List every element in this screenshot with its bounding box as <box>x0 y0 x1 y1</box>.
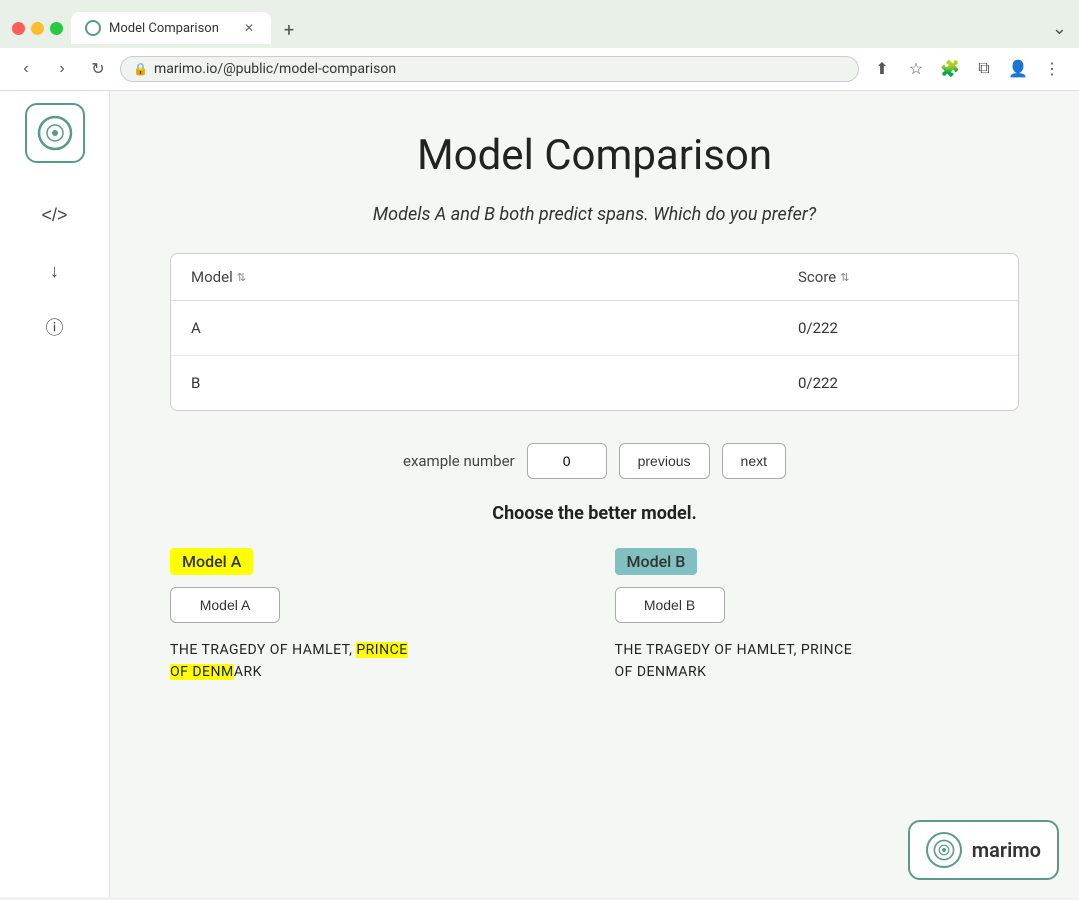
browser-tab[interactable]: Model Comparison ✕ <box>71 12 271 44</box>
page-title: Model Comparison <box>170 131 1019 180</box>
model-b-label: Model B <box>615 548 698 575</box>
traffic-light-red[interactable] <box>12 22 25 35</box>
main-layout: </> ↓ ⓘ Model Comparison Models A and B … <box>0 91 1079 897</box>
score-b-cell: 0/222 <box>798 374 998 392</box>
browser-titlebar: Model Comparison ✕ + ⌄ <box>0 0 1079 48</box>
traffic-light-yellow[interactable] <box>31 22 44 35</box>
marimo-logo-svg <box>932 838 956 862</box>
browser-menu-btn[interactable]: ⌄ <box>1052 18 1067 39</box>
table-row: A 0/222 <box>171 301 1018 356</box>
new-tab-btn[interactable]: + <box>275 16 303 44</box>
model-column-header[interactable]: Model ⇅ <box>191 268 798 286</box>
next-btn[interactable]: next <box>722 443 786 479</box>
comparison-table: Model ⇅ Score ⇅ A 0/222 B 0/222 <box>170 253 1019 411</box>
refresh-btn[interactable]: ↻ <box>84 55 112 83</box>
marimo-brand: marimo <box>972 838 1041 862</box>
back-btn[interactable]: ‹ <box>12 55 40 83</box>
traffic-lights <box>12 22 63 35</box>
model-a-highlight-prince: PRINCE <box>356 642 407 658</box>
address-bar[interactable]: 🔒 marimo.io/@public/model-comparison <box>120 56 859 82</box>
model-a-highlight-of-denm: OF DENM <box>170 664 234 680</box>
page-subtitle: Models A and B both predict spans. Which… <box>170 204 1019 225</box>
lock-icon: 🔒 <box>133 62 148 76</box>
model-b-text: THE TRAGEDY OF HAMLET, PRINCE OF DENMARK <box>615 639 1020 684</box>
content-area: Model Comparison Models A and B both pre… <box>110 91 1079 897</box>
info-icon: ⓘ <box>46 314 64 340</box>
models-compare: Model A Model A THE TRAGEDY OF HAMLET, P… <box>170 548 1019 684</box>
marimo-watermark-icon <box>926 832 962 868</box>
browser-chrome: Model Comparison ✕ + ⌄ ‹ › ↻ 🔒 marimo.io… <box>0 0 1079 91</box>
score-column-header[interactable]: Score ⇅ <box>798 268 998 286</box>
table-header: Model ⇅ Score ⇅ <box>171 254 1018 301</box>
extensions-btn[interactable]: 🧩 <box>935 54 965 84</box>
toolbar-actions: ⬆ ☆ 🧩 ⧉ 👤 ⋮ <box>867 54 1067 84</box>
download-icon-btn[interactable]: ↓ <box>31 247 79 295</box>
model-a-column: Model A Model A THE TRAGEDY OF HAMLET, P… <box>170 548 575 684</box>
model-b-cell: B <box>191 374 798 392</box>
code-icon-btn[interactable]: </> <box>31 191 79 239</box>
score-sort-icon: ⇅ <box>840 271 849 284</box>
traffic-light-green[interactable] <box>50 22 63 35</box>
bookmark-btn[interactable]: ☆ <box>901 54 931 84</box>
example-label: example number <box>403 452 515 470</box>
forward-btn[interactable]: › <box>48 55 76 83</box>
url-text: marimo.io/@public/model-comparison <box>154 61 396 77</box>
previous-btn[interactable]: previous <box>619 443 710 479</box>
tab-title: Model Comparison <box>109 21 219 36</box>
model-a-text: THE TRAGEDY OF HAMLET, PRINCE OF DENMARK <box>170 639 575 684</box>
tab-close-btn[interactable]: ✕ <box>241 20 257 36</box>
info-icon-btn[interactable]: ⓘ <box>31 303 79 351</box>
split-view-btn[interactable]: ⧉ <box>969 54 999 84</box>
model-a-cell: A <box>191 319 798 337</box>
choose-title: Choose the better model. <box>170 503 1019 524</box>
score-a-cell: 0/222 <box>798 319 998 337</box>
code-icon: </> <box>41 205 67 226</box>
left-sidebar: </> ↓ ⓘ <box>0 91 110 897</box>
model-b-column: Model B Model B THE TRAGEDY OF HAMLET, P… <box>615 548 1020 684</box>
download-icon: ↓ <box>50 261 59 282</box>
model-a-label: Model A <box>170 548 253 575</box>
controls-row: example number previous next <box>170 443 1019 479</box>
logo-svg <box>35 113 75 153</box>
share-btn[interactable]: ⬆ <box>867 54 897 84</box>
marimo-watermark: marimo <box>908 820 1059 880</box>
vote-model-a-btn[interactable]: Model A <box>170 587 280 623</box>
tab-favicon <box>85 20 101 36</box>
table-row: B 0/222 <box>171 356 1018 410</box>
profile-btn[interactable]: 👤 <box>1003 54 1033 84</box>
browser-more-btn[interactable]: ⋮ <box>1037 54 1067 84</box>
vote-model-b-btn[interactable]: Model B <box>615 587 725 623</box>
model-sort-icon: ⇅ <box>237 271 246 284</box>
example-number-input[interactable] <box>527 443 607 479</box>
browser-toolbar: ‹ › ↻ 🔒 marimo.io/@public/model-comparis… <box>0 48 1079 91</box>
app-logo <box>25 103 85 163</box>
